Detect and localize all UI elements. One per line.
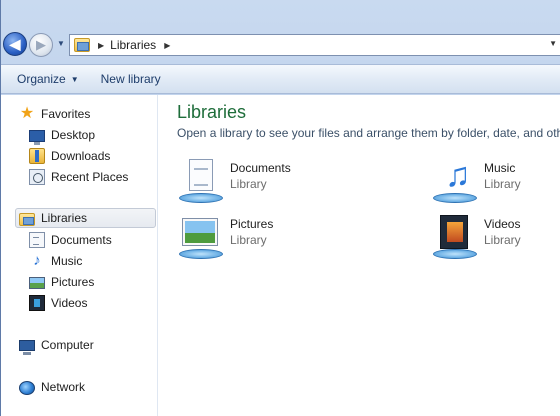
nav-item-music[interactable]: ♪ Music (29, 251, 82, 271)
music-icon: ♪ (33, 252, 41, 269)
new-library-label: New library (100, 72, 161, 86)
library-type: Library (230, 177, 267, 191)
nav-item-desktop[interactable]: Desktop (29, 125, 95, 145)
library-name: Pictures (230, 217, 274, 231)
library-tile-videos[interactable]: Videos Library (431, 213, 560, 259)
documents-library-icon (177, 157, 225, 203)
new-library-button[interactable]: New library (87, 72, 169, 86)
breadcrumb-libraries[interactable]: Libraries (110, 38, 156, 52)
organize-label: Organize (17, 72, 66, 86)
library-type: Library (484, 233, 521, 247)
nav-computer[interactable]: Computer (19, 335, 94, 355)
music-library-icon: ♫ (431, 157, 479, 203)
forward-arrow-icon: ▶ (36, 37, 46, 52)
library-tile-music[interactable]: ♫ Music Library (431, 157, 560, 203)
nav-item-downloads[interactable]: Downloads (29, 146, 110, 166)
videos-icon (29, 295, 45, 311)
recent-pages-dropdown[interactable]: ▼ (57, 40, 67, 48)
back-arrow-icon: ◀ (9, 35, 21, 52)
nav-item-label: Downloads (51, 149, 111, 163)
library-type: Library (484, 177, 521, 191)
computer-icon (19, 340, 35, 355)
nav-item-label: Music (51, 254, 83, 268)
nav-item-label: Documents (51, 233, 112, 247)
chevron-down-icon: ▼ (70, 74, 79, 84)
nav-item-label: Recent Places (51, 170, 129, 184)
star-icon: ★ (19, 105, 35, 122)
library-type: Library (230, 233, 267, 247)
desktop-icon (29, 130, 45, 145)
nav-item-recent-places[interactable]: Recent Places (29, 167, 128, 187)
pictures-icon (29, 277, 45, 289)
nav-item-label: Pictures (51, 275, 95, 289)
libraries-icon (19, 212, 35, 226)
navigation-pane[interactable]: ★ Favorites Desktop Downloads Recent Pla… (1, 95, 158, 416)
organize-button[interactable]: Organize ▼ (9, 72, 87, 86)
nav-favorites-label: Favorites (41, 107, 91, 121)
main-pane: Libraries Open a library to see your fil… (159, 95, 560, 416)
back-button[interactable]: ◀ (3, 32, 27, 56)
nav-item-pictures[interactable]: Pictures (29, 272, 94, 292)
nav-item-label: Desktop (51, 128, 96, 142)
page-subtitle: Open a library to see your files and arr… (177, 126, 560, 140)
library-tile-documents[interactable]: Documents Library (177, 157, 377, 203)
library-tile-pictures[interactable]: Pictures Library (177, 213, 377, 259)
downloads-icon (29, 148, 45, 164)
address-field[interactable]: ▶ Libraries ▶ ▼ (69, 34, 560, 56)
command-bar: Organize ▼ New library (1, 64, 560, 94)
documents-icon (29, 232, 45, 248)
pictures-library-icon (177, 213, 225, 259)
forward-button[interactable]: ▶ (29, 33, 53, 57)
breadcrumb-chevron-icon[interactable]: ▶ (98, 41, 104, 50)
explorer-window: ◀ ▶ ▼ ▶ Libraries ▶ ▼ Organize ▼ New lib… (0, 0, 560, 416)
nav-item-label: Videos (51, 296, 88, 310)
nav-libraries-label: Libraries (41, 211, 88, 225)
address-history-dropdown-icon[interactable]: ▼ (549, 39, 557, 48)
nav-item-documents[interactable]: Documents (29, 230, 112, 250)
videos-library-icon (431, 213, 479, 259)
recent-places-icon (29, 169, 45, 185)
address-bar-row: ◀ ▶ ▼ ▶ Libraries ▶ ▼ (1, 28, 560, 62)
breadcrumb-chevron-icon[interactable]: ▶ (164, 41, 170, 50)
nav-libraries[interactable]: Libraries (15, 208, 156, 228)
network-icon (19, 380, 35, 395)
nav-item-videos[interactable]: Videos (29, 293, 87, 313)
library-name: Documents (230, 161, 291, 175)
libraries-folder-icon (74, 38, 90, 52)
library-name: Music (484, 161, 516, 175)
nav-favorites[interactable]: ★ Favorites (19, 104, 91, 124)
content-area: ★ Favorites Desktop Downloads Recent Pla… (1, 95, 560, 416)
library-name: Videos (484, 217, 521, 231)
nav-network-label: Network (41, 380, 86, 394)
page-title: Libraries (177, 102, 247, 122)
nav-computer-label: Computer (41, 338, 94, 352)
nav-network[interactable]: Network (19, 377, 85, 397)
